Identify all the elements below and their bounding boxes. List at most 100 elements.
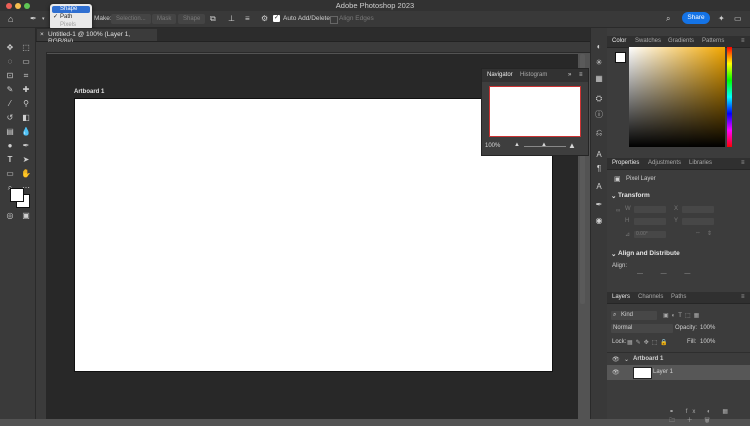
chevron-down-icon[interactable]: ⌄ — [624, 356, 629, 363]
artboard-tool-icon[interactable]: ⬚ — [20, 42, 32, 53]
x-field[interactable] — [682, 206, 714, 213]
path-alignment-icon[interactable]: ⊥ — [228, 14, 235, 24]
tab-swatches[interactable]: Swatches — [635, 38, 661, 44]
panel-menu-icon[interactable]: ≡ — [579, 72, 583, 78]
transform-collapse-icon[interactable]: ⌄ — [611, 192, 616, 200]
link-icon[interactable]: ∞ — [616, 208, 620, 214]
gear-icon[interactable]: ⚙ — [261, 14, 268, 24]
home-icon[interactable]: ⌂ — [8, 14, 13, 24]
auto-add-delete-checkbox[interactable]: ✓ — [273, 15, 280, 22]
tab-gradients[interactable]: Gradients — [668, 38, 694, 44]
flip-vertical-icon[interactable]: ⇕ — [707, 230, 712, 237]
make-mask-button[interactable]: Mask — [152, 14, 177, 24]
tab-libraries[interactable]: Libraries — [689, 160, 712, 166]
layer-row-artboard[interactable]: 👁 ⌄ Artboard 1 — [607, 352, 750, 366]
character-icon[interactable]: A — [594, 150, 604, 160]
y-field[interactable] — [682, 218, 714, 225]
navigator-thumbnail[interactable] — [489, 86, 581, 137]
quick-mask-icon[interactable]: ◎ — [4, 210, 16, 221]
visibility-eye-icon[interactable]: 👁 — [612, 356, 620, 363]
tab-color[interactable]: Color — [612, 38, 626, 44]
pen-tool-icon[interactable]: ✒ — [30, 14, 37, 24]
gradient-tool-icon[interactable]: ▤ — [4, 126, 16, 137]
discover-icon[interactable]: ✦ — [718, 14, 725, 24]
type-tool-icon[interactable]: T — [4, 154, 16, 165]
path-select-icon[interactable]: ➤ — [20, 154, 32, 165]
panel-menu-icon[interactable]: ≡ — [741, 38, 745, 44]
dodge-tool-icon[interactable]: ● — [4, 140, 16, 151]
panel-menu-icon[interactable]: ≡ — [741, 160, 745, 166]
make-selection-button[interactable]: Selection... — [111, 14, 151, 24]
chevron-down-icon[interactable]: ▾ — [42, 14, 45, 24]
height-field[interactable] — [634, 218, 666, 225]
brush-settings-icon[interactable]: ⛭ — [594, 94, 604, 104]
navigator-zoom-value[interactable]: 100% — [485, 143, 500, 149]
tab-histogram[interactable]: Histogram — [520, 72, 547, 78]
tab-layers[interactable]: Layers — [612, 294, 630, 300]
workspace-icon[interactable]: ▭ — [734, 14, 742, 24]
collapse-panel-icon[interactable]: » — [568, 72, 571, 78]
blend-mode-dropdown[interactable]: Normal — [611, 324, 673, 333]
layer-filter-dropdown[interactable]: ⌕ Kind — [611, 311, 657, 320]
close-tab-icon[interactable]: × — [40, 31, 44, 38]
info-icon[interactable]: ⓘ — [594, 110, 604, 120]
align-collapse-icon[interactable]: ⌄ — [611, 250, 616, 258]
make-shape-button[interactable]: Shape — [178, 14, 206, 24]
history-brush-icon[interactable]: ↺ — [4, 112, 16, 123]
fill-value[interactable]: 100% — [700, 339, 715, 345]
lasso-tool-icon[interactable]: ◌ — [4, 56, 16, 67]
color-spectrum-field[interactable] — [629, 47, 725, 147]
paths-icon[interactable]: ✒ — [594, 200, 604, 210]
path-operations-icon[interactable]: ⧉ — [210, 14, 216, 24]
document-tab[interactable]: × Untitled-1 @ 100% (Layer 1, RGB/8#) — [37, 29, 157, 45]
panel-menu-icon[interactable]: ≡ — [741, 294, 745, 300]
brush-tool-icon[interactable]: ⁄ — [4, 98, 16, 109]
rectangle-tool-icon[interactable]: ▭ — [4, 168, 16, 179]
width-field[interactable] — [634, 206, 666, 213]
paragraph-icon[interactable]: ¶ — [594, 164, 604, 174]
layer-row-layer1[interactable]: 👁 Layer 1 — [607, 365, 750, 380]
angle-field[interactable]: 0.00° — [634, 231, 666, 238]
hand-tool-icon[interactable]: ✋ — [20, 168, 32, 179]
path-arrangement-icon[interactable]: ≡ — [245, 14, 250, 24]
align-edges-checkbox[interactable] — [330, 16, 338, 24]
swatches-icon[interactable]: ▦ — [594, 74, 604, 84]
search-icon[interactable]: ⌕ — [666, 14, 670, 24]
color-panel-icon[interactable]: ◐ — [594, 42, 604, 52]
shapes-icon[interactable]: ◉ — [594, 216, 604, 226]
move-tool-icon[interactable]: ✥ — [4, 42, 16, 53]
marquee-tool-icon[interactable]: ▭ — [20, 56, 32, 67]
tab-channels[interactable]: Channels — [638, 294, 663, 300]
layers-footer-icons[interactable]: ⚭ fx ◐ ▦ 🗀 ＋ 🗑 — [669, 408, 750, 426]
zoom-slider-handle[interactable]: ▲ — [541, 142, 547, 148]
blur-tool-icon[interactable]: 💧 — [20, 126, 32, 137]
tab-properties[interactable]: Properties — [612, 160, 639, 166]
color-panel-foreground[interactable] — [615, 52, 626, 63]
lock-icons[interactable]: ▦✎✥⬚🔒 — [627, 339, 671, 346]
zoom-in-icon[interactable]: ▲ — [568, 141, 576, 150]
object-select-icon[interactable]: ⊡ — [4, 70, 16, 81]
eraser-tool-icon[interactable]: ◧ — [20, 112, 32, 123]
tab-adjustments[interactable]: Adjustments — [648, 160, 681, 166]
mode-option-shape[interactable]: Shape — [52, 6, 90, 13]
visibility-eye-icon[interactable]: 👁 — [612, 369, 620, 376]
tab-paths[interactable]: Paths — [671, 294, 686, 300]
screen-mode-icon[interactable]: ▣ — [20, 210, 32, 221]
glyphs-icon[interactable]: A — [594, 182, 604, 192]
flip-horizontal-icon[interactable]: ⇔ — [695, 230, 701, 236]
tab-navigator[interactable]: Navigator — [487, 72, 513, 78]
hue-slider[interactable] — [727, 47, 732, 147]
opacity-value[interactable]: 100% — [700, 325, 715, 331]
clone-stamp-icon[interactable]: ⚲ — [20, 98, 32, 109]
artboard-label[interactable]: Artboard 1 — [74, 89, 104, 95]
layer-filter-icons[interactable]: ▣◐T⬚▦ — [663, 312, 702, 319]
adjustments-icon[interactable]: ✳ — [594, 58, 604, 68]
eyedropper-tool-icon[interactable]: ✎ — [4, 84, 16, 95]
history-icon[interactable]: ⎌ — [594, 128, 604, 138]
healing-brush-icon[interactable]: ✚ — [20, 84, 32, 95]
mode-option-path[interactable]: ✓ Path — [52, 14, 90, 21]
tab-patterns[interactable]: Patterns — [702, 38, 724, 44]
align-buttons-icon[interactable]: — — — — [637, 271, 698, 277]
share-button[interactable]: Share — [682, 12, 710, 24]
zoom-out-icon[interactable]: ▲ — [514, 142, 520, 148]
